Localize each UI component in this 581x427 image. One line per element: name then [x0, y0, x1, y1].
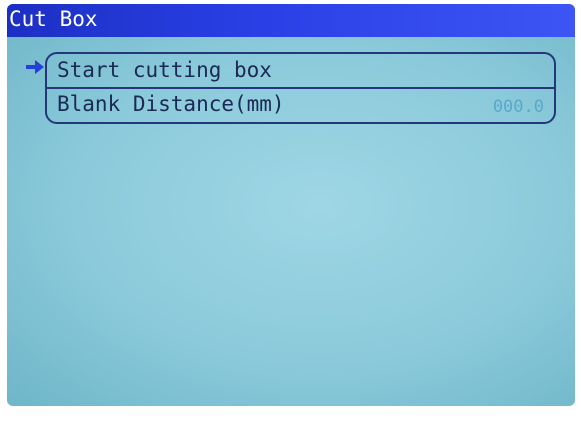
- title-bar: Cut Box: [7, 4, 575, 37]
- arrow-right-icon: [26, 60, 44, 74]
- window-title: Cut Box: [9, 7, 98, 31]
- menu-divider: [47, 87, 554, 89]
- menu-item-blank-distance[interactable]: Blank Distance(mm): [57, 92, 285, 116]
- menu-item-start-cutting-box[interactable]: Start cutting box: [57, 58, 272, 82]
- blank-distance-value[interactable]: 000.0: [493, 97, 544, 117]
- lcd-screen: Cut Box Start cutting box Blank Distance…: [7, 4, 575, 406]
- device-frame: Cut Box Start cutting box Blank Distance…: [0, 0, 581, 427]
- menu-list: Start cutting box Blank Distance(mm) 000…: [45, 52, 556, 124]
